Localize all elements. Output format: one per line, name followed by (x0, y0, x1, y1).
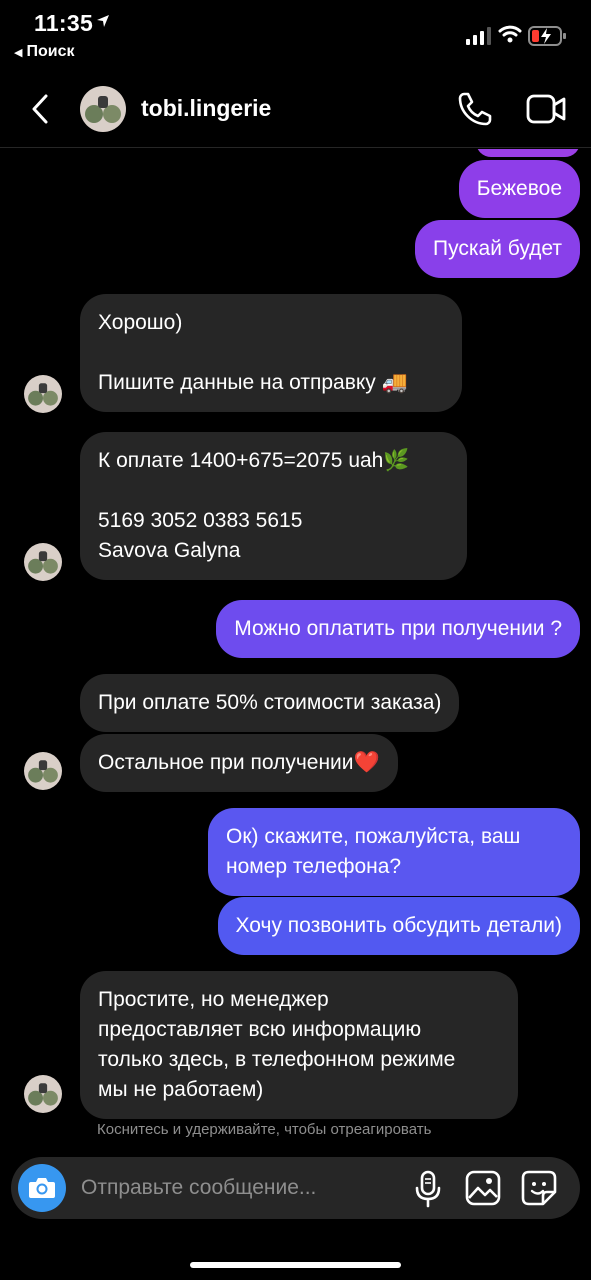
back-arrow-icon[interactable] (26, 90, 56, 128)
cellular-signal-icon (466, 27, 491, 45)
location-arrow-icon (97, 15, 109, 27)
avatar-image (24, 1075, 62, 1113)
home-indicator[interactable] (190, 1262, 401, 1268)
sender-avatar[interactable] (24, 752, 62, 790)
chat-header: tobi.lingerie (0, 70, 591, 148)
avatar-image (80, 86, 126, 132)
message-input[interactable] (81, 1173, 401, 1203)
video-call-icon[interactable] (526, 92, 566, 126)
phone-call-icon[interactable] (456, 90, 494, 128)
message-bubble-incoming[interactable]: Простите, но менеджер предоставляет всю … (80, 971, 518, 1119)
avatar-image (24, 375, 62, 413)
back-app-label: Поиск (26, 43, 75, 60)
back-to-app-link[interactable]: ◀ Поиск (14, 43, 74, 61)
message-bubble-incoming[interactable]: Хорошо) Пишите данные на отправку 🚚 (80, 294, 462, 412)
chat-username[interactable]: tobi.lingerie (141, 95, 271, 122)
gallery-icon[interactable] (465, 1170, 501, 1206)
battery-charging-icon (528, 26, 566, 46)
message-bubble-incoming[interactable]: Остальное при получении❤️ (80, 734, 398, 792)
sender-avatar[interactable] (24, 375, 62, 413)
message-bubble-outgoing[interactable]: Пускай будет (415, 220, 580, 278)
microphone-icon[interactable] (413, 1170, 443, 1208)
message-composer (11, 1157, 580, 1219)
message-bubble-outgoing[interactable]: Хочу позвонить обсудить детали) (217, 897, 580, 955)
status-bar: 11:35 ◀ Поиск (0, 0, 591, 70)
avatar-image (24, 752, 62, 790)
wifi-icon (498, 25, 522, 43)
message-bubble-outgoing[interactable]: Бежевое (458, 160, 580, 218)
camera-icon (29, 1178, 55, 1198)
message-thread[interactable]: Бежевое Пускай будет Хорошо) Пишите данн… (0, 149, 591, 1139)
message-bubble-incoming[interactable]: К оплате 1400+675=2075 uah🌿 5169 3052 03… (80, 432, 467, 580)
sticker-icon[interactable] (521, 1170, 557, 1206)
camera-button[interactable] (18, 1164, 66, 1212)
back-triangle-icon: ◀ (14, 46, 23, 59)
sender-avatar[interactable] (24, 1075, 62, 1113)
react-hint-text: Коснитесь и удерживайте, чтобы отреагиро… (97, 1121, 432, 1138)
status-time: 11:35 (34, 10, 94, 36)
message-bubble-outgoing[interactable]: Можно оплатить при получении ? (216, 600, 580, 658)
message-bubble-partial[interactable] (476, 149, 580, 157)
sender-avatar[interactable] (24, 543, 62, 581)
message-bubble-incoming[interactable]: При оплате 50% стоимости заказа) (80, 674, 460, 732)
profile-avatar[interactable] (80, 86, 126, 132)
avatar-image (24, 543, 62, 581)
message-bubble-outgoing[interactable]: Ок) скажите, пожалуйста, ваш номер телеф… (208, 808, 580, 896)
